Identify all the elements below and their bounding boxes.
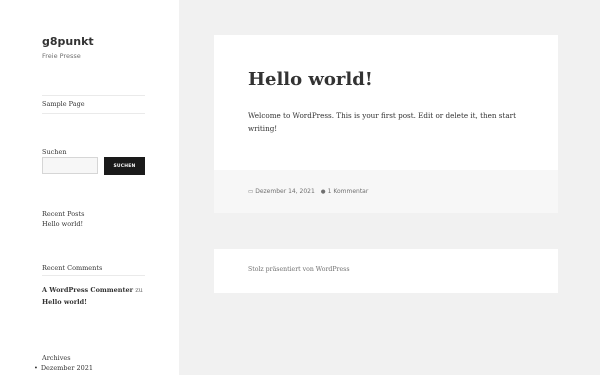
comment-connector: zu [135,286,143,294]
comment-post-link[interactable]: Hello world! [42,298,87,306]
post-body: Welcome to WordPress. This is your first… [248,111,516,133]
search-input[interactable] [42,157,98,174]
search-widget-title: Suchen [42,148,67,156]
post-title[interactable]: Hello world! [248,69,373,90]
sidebar: g8punkt Freie Presse Sample Page Suchen … [0,0,179,375]
calendar-icon: ▭ [248,188,254,195]
post-date[interactable]: Dezember 14, 2021 [255,188,315,195]
powered-by[interactable]: Stolz präsentiert von WordPress [248,266,350,273]
post-article: Hello world! Welcome to WordPress. This … [214,35,558,213]
recent-comment-line: A WordPress Commenter zu [42,286,143,294]
main-navigation: Sample Page [42,95,145,114]
search-button[interactable]: SUCHEN [104,157,145,175]
nav-item-sample-page[interactable]: Sample Page [42,100,85,108]
bullet-icon: • [34,364,38,372]
archive-item[interactable]: • Dezember 2021 [34,364,93,372]
site-footer: Stolz präsentiert von WordPress [214,249,558,293]
comment-icon: ● [320,188,326,195]
comment-post-line: Hello world! [42,298,87,306]
archive-item-label[interactable]: Dezember 2021 [41,364,93,372]
post-comments-link[interactable]: 1 Kommentar [328,188,369,195]
site-description: Freie Presse [42,52,81,60]
recent-comments-title: Recent Comments [42,264,145,276]
site-title[interactable]: g8punkt [42,35,94,48]
comment-author-link[interactable]: A WordPress Commenter [42,286,133,294]
recent-posts-title: Recent Posts [42,210,85,218]
archives-title: Archives [42,354,71,362]
recent-post-link[interactable]: Hello world! [42,220,83,228]
post-footer: ▭ Dezember 14, 2021 ● 1 Kommentar [214,170,558,213]
post-meta: ▭ Dezember 14, 2021 ● 1 Kommentar [248,188,368,195]
